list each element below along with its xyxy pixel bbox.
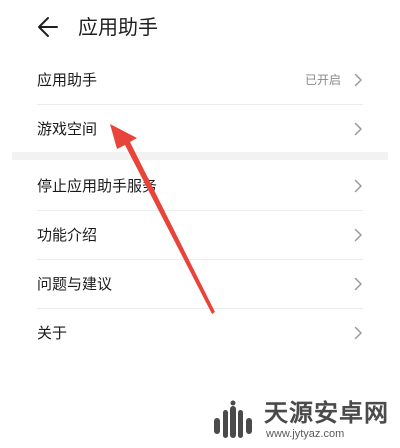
- watermark-url: www.jytyaz.com: [266, 428, 345, 440]
- group-separator: [12, 152, 388, 160]
- settings-item-feedback[interactable]: 问题与建议: [37, 260, 363, 308]
- chevron-right-icon: [354, 326, 362, 340]
- settings-item-feature-intro[interactable]: 功能介绍: [37, 211, 363, 259]
- back-button[interactable]: [34, 12, 64, 42]
- watermark: 天源安卓网 www.jytyaz.com: [204, 398, 400, 448]
- arrow-left-icon: [38, 17, 58, 37]
- android-logo-icon: [214, 400, 252, 438]
- settings-item-label: 应用助手: [37, 71, 98, 89]
- settings-item-app-assistant[interactable]: 应用助手 已开启: [37, 56, 363, 104]
- page-title: 应用助手: [78, 15, 158, 39]
- header-bar: 应用助手: [0, 0, 400, 54]
- settings-item-label: 功能介绍: [37, 226, 98, 244]
- settings-item-game-space[interactable]: 游戏空间: [37, 105, 363, 153]
- settings-item-label: 游戏空间: [37, 120, 98, 138]
- chevron-right-icon: [354, 228, 362, 242]
- chevron-right-icon: [354, 73, 362, 87]
- settings-item-stop-service[interactable]: 停止应用助手服务: [37, 162, 363, 210]
- settings-item-label: 问题与建议: [37, 275, 113, 293]
- chevron-right-icon: [354, 122, 362, 136]
- chevron-right-icon: [354, 179, 362, 193]
- chevron-right-icon: [354, 277, 362, 291]
- settings-item-label: 停止应用助手服务: [37, 177, 158, 195]
- status-value: 已开启: [304, 73, 341, 87]
- settings-item-about[interactable]: 关于: [37, 309, 363, 357]
- settings-item-label: 关于: [37, 324, 68, 342]
- watermark-title: 天源安卓网: [264, 399, 389, 427]
